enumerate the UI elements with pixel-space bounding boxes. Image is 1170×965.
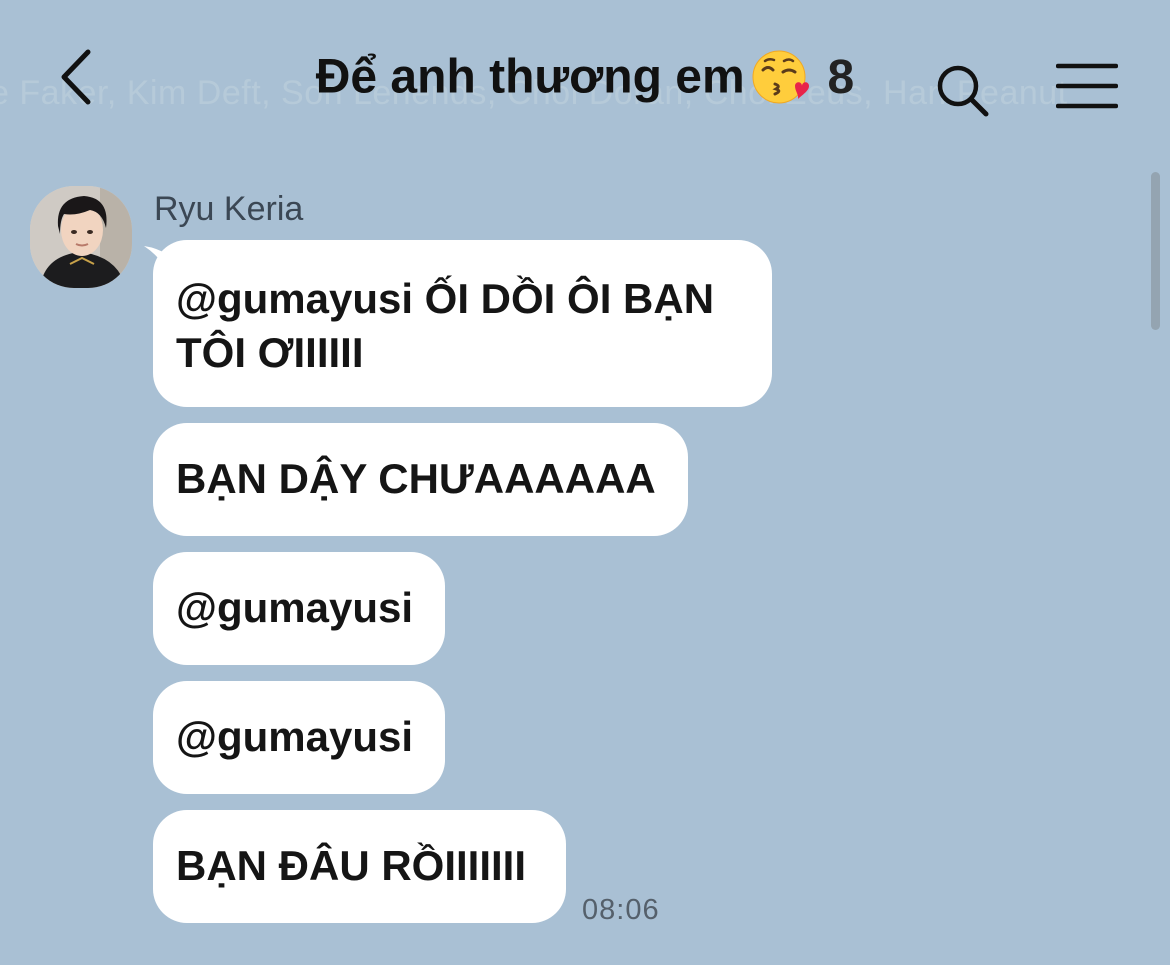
message-bubble[interactable]: BẠN DẬY CHƯAAAAAA [153,423,688,536]
chat-title-area: Để anh thương em 8 [0,48,1170,106]
message-text: BẠN ĐÂU RỒIIIIIII [176,842,527,889]
message-text: @gumayusi [176,584,414,631]
chat-title: Để anh thương em [315,50,745,104]
kissing-face-emoji-icon [751,48,810,106]
message-bubble[interactable]: @gumayusi [153,681,445,794]
message-bubble[interactable]: @gumayusi ỐI DỒI ÔI BẠN TÔI ƠIIIIII [153,240,772,407]
chat-header: e Faker, Kim Deft, Son Lehends, Choi Dor… [0,0,1170,150]
menu-button[interactable] [1055,60,1119,112]
message-text: TÔI ƠIIIIII [176,329,364,376]
message-bubble[interactable]: @gumayusi [153,552,445,665]
hamburger-menu-icon [1055,63,1119,109]
search-icon [937,65,989,117]
message-text: @gumayusi ỐI DỒI ÔI BẠN [176,275,715,322]
sender-avatar[interactable] [30,186,132,288]
message-text: @gumayusi [176,713,414,760]
message-timestamp: 08:06 [582,894,660,926]
message-text: BẠN DẬY CHƯAAAAAA [176,455,656,502]
message-bubble[interactable]: BẠN ĐÂU RỒIIIIIII [153,810,566,923]
sender-name: Ryu Keria [154,190,304,228]
scrollbar[interactable] [1151,172,1160,330]
search-button[interactable] [934,62,992,120]
member-count: 8 [827,50,855,104]
